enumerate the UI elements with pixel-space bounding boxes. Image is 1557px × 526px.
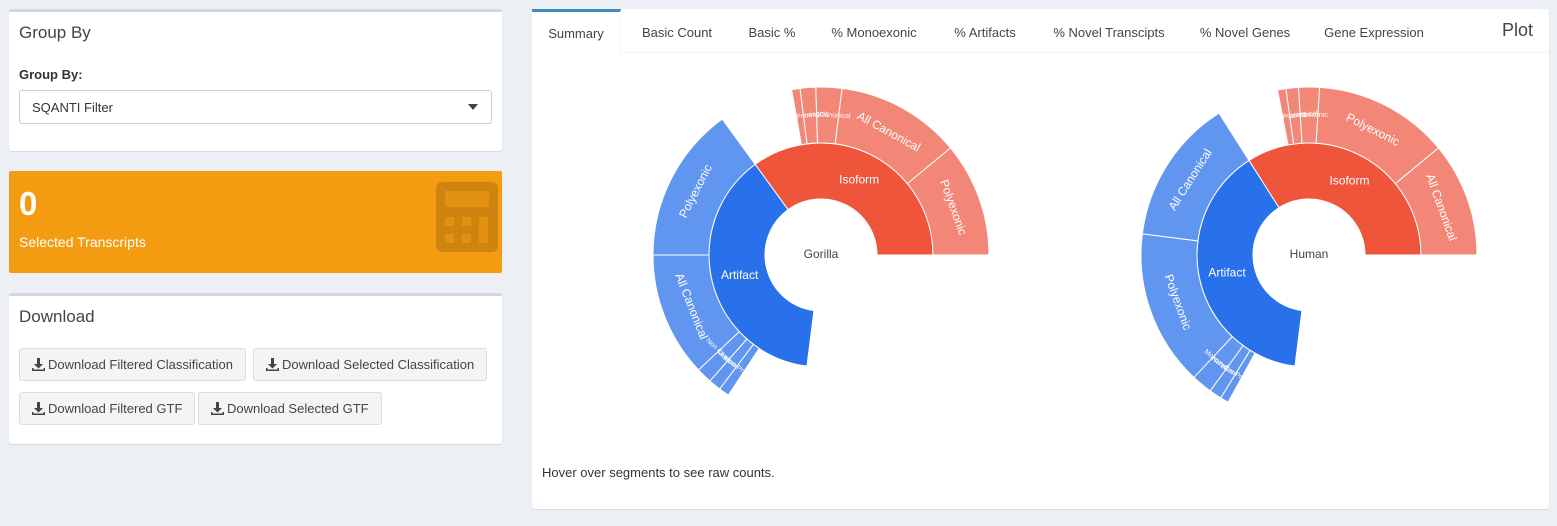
download-icon bbox=[211, 402, 224, 415]
download-filtered-classification-button[interactable]: Download Filtered Classification bbox=[19, 348, 246, 381]
hover-note: Hover over segments to see raw counts. bbox=[542, 465, 775, 480]
tab-percent-artifacts[interactable]: % Artifacts bbox=[942, 9, 1028, 53]
download-selected-gtf-button[interactable]: Download Selected GTF bbox=[198, 392, 382, 425]
tab-summary[interactable]: Summary bbox=[532, 9, 621, 53]
selected-transcripts-count: 0 bbox=[19, 185, 38, 222]
download-filtered-gtf-label: Download Filtered GTF bbox=[48, 401, 183, 416]
plot-title: Plot bbox=[1501, 20, 1533, 40]
gorilla-isoform-label: Isoform bbox=[839, 172, 879, 186]
group-by-select[interactable]: SQANTI Filter bbox=[19, 90, 492, 124]
gorilla-artifact-label: Artifact bbox=[721, 268, 759, 282]
download-icon bbox=[32, 402, 45, 415]
download-filtered-gtf-button[interactable]: Download Filtered GTF bbox=[19, 392, 196, 425]
tab-percent-monoexonic[interactable]: % Monoexonic bbox=[822, 9, 926, 53]
tab-basic-count[interactable]: Basic Count bbox=[632, 9, 722, 53]
tab-gene-expression[interactable]: Gene Expression bbox=[1315, 9, 1433, 53]
download-box: Download Download Filtered Classificatio… bbox=[9, 293, 502, 444]
download-icon bbox=[266, 358, 279, 371]
download-selected-classification-label: Download Selected Classification bbox=[282, 357, 475, 372]
selected-transcripts-valuebox: 0 Selected Transcripts bbox=[9, 171, 502, 273]
chevron-down-icon bbox=[468, 104, 478, 110]
human-isoform-label: Isoform bbox=[1329, 174, 1369, 188]
tab-percent-novel-transcripts[interactable]: % Novel Transcipts bbox=[1044, 9, 1174, 53]
human-root-label: Human bbox=[1290, 247, 1329, 261]
download-selected-classification-button[interactable]: Download Selected Classification bbox=[253, 348, 488, 381]
human-artifact-label: Artifact bbox=[1208, 265, 1246, 279]
selected-transcripts-label: Selected Transcripts bbox=[19, 234, 146, 250]
tab-basic-percent[interactable]: Basic % bbox=[737, 9, 807, 53]
group-by-box: Group By Group By: SQANTI Filter bbox=[9, 9, 502, 151]
plot-tabs: Summary Basic Count Basic % % Monoexonic… bbox=[532, 9, 1549, 53]
sunburst-charts: Isoform PolyexonicAll CanonicalNon Canoni… bbox=[652, 86, 1478, 403]
group-by-title: Group By bbox=[19, 23, 91, 42]
download-filtered-classification-label: Download Filtered Classification bbox=[48, 357, 233, 372]
download-icon bbox=[32, 358, 45, 371]
gorilla-root-label: Gorilla bbox=[804, 247, 839, 261]
group-by-selected-value: SQANTI Filter bbox=[32, 100, 113, 115]
group-by-label: Group By: bbox=[19, 67, 83, 82]
plot-box: Summary Basic Count Basic % % Monoexonic… bbox=[532, 9, 1549, 509]
download-title: Download bbox=[19, 307, 95, 326]
calculator-icon bbox=[436, 182, 498, 257]
download-selected-gtf-label: Download Selected GTF bbox=[227, 401, 369, 416]
tab-percent-novel-genes[interactable]: % Novel Genes bbox=[1192, 9, 1298, 53]
